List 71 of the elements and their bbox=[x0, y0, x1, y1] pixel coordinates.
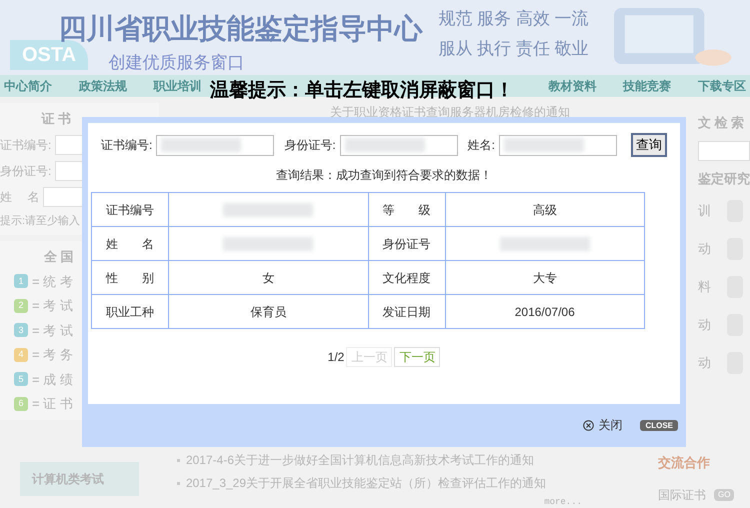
input-field[interactable] bbox=[499, 134, 618, 156]
result-message: 查询结果：成功查询到符合要求的数据！ bbox=[276, 167, 492, 184]
input-field[interactable] bbox=[156, 134, 274, 156]
legend-label: = 统 考 bbox=[32, 272, 73, 290]
table-cell: 高级 bbox=[445, 192, 644, 226]
panel-heading: 交流合作 bbox=[657, 454, 711, 472]
panel-heading: 鉴定研究 bbox=[697, 170, 750, 188]
notice-text: 温馨提示：单击左键取消屏蔽窗口！ bbox=[210, 78, 514, 103]
query-button[interactable]: 查询 bbox=[631, 133, 668, 157]
table-cell: 2016/07/06 bbox=[445, 294, 644, 328]
table-cell: 性 别 bbox=[92, 260, 168, 294]
news-link[interactable]: 2017_3_29关于开展全省职业技能鉴定站（所）检查评估工作的通知 bbox=[186, 474, 546, 492]
step-badge: 1 bbox=[14, 274, 28, 288]
close-button[interactable]: 关闭 bbox=[583, 416, 622, 434]
nav-item[interactable]: 职业培训 bbox=[154, 77, 202, 95]
slogan: 规范 服务 高效 一流 bbox=[438, 8, 589, 30]
step-badge: 5 bbox=[14, 372, 28, 386]
table-cell: 证书编号 bbox=[92, 192, 168, 226]
nav-item[interactable]: 政策法规 bbox=[78, 77, 127, 95]
panel-heading: 证 书 bbox=[40, 110, 72, 128]
list-item[interactable]: 动 bbox=[698, 315, 711, 335]
list-item[interactable]: 训 bbox=[698, 201, 711, 221]
link-text[interactable]: 国际证书 bbox=[658, 486, 706, 504]
step-badge: 3 bbox=[14, 323, 28, 338]
panel-heading: 全 国 bbox=[43, 248, 75, 266]
page-indicator: 1/2 bbox=[328, 349, 344, 366]
search-field[interactable] bbox=[698, 140, 750, 160]
legend-label: = 成 绩 bbox=[32, 370, 73, 388]
table-cell: 职业工种 bbox=[92, 294, 168, 328]
news-link[interactable]: 2017-4-6关于进一步做好全国计算机信息高新技术考试工作的通知 bbox=[186, 451, 534, 469]
table-cell: 身份证号 bbox=[368, 226, 445, 260]
nav-item[interactable]: 下载专区 bbox=[698, 77, 746, 95]
field-label: 身份证号: bbox=[0, 162, 52, 180]
legend-label: = 考 试 bbox=[32, 297, 73, 315]
table-cell: 大专 bbox=[445, 260, 644, 294]
input-field[interactable] bbox=[43, 186, 84, 206]
field-label: 姓 名 bbox=[0, 188, 40, 206]
list-item[interactable]: 动 bbox=[698, 239, 711, 259]
input-field[interactable] bbox=[340, 134, 458, 156]
nav-item[interactable]: 教材资料 bbox=[548, 77, 596, 95]
field-label: 身份证号: bbox=[284, 137, 336, 154]
panel-heading: 文 检 索 bbox=[697, 114, 746, 132]
field-label: 证书编号: bbox=[100, 137, 152, 154]
slogan: 服从 执行 责任 敬业 bbox=[438, 38, 589, 60]
table-cell: 姓 名 bbox=[92, 226, 168, 260]
field-label: 证书编号: bbox=[0, 136, 52, 154]
field-label: 姓名: bbox=[468, 137, 496, 154]
legend-label: = 考 务 bbox=[32, 346, 73, 364]
legend-label: = 考 试 bbox=[32, 322, 73, 340]
more-link[interactable]: more... bbox=[544, 497, 612, 507]
list-item[interactable]: 料 bbox=[698, 277, 711, 297]
nav-item[interactable]: 技能竞赛 bbox=[623, 77, 672, 95]
table-cell: 等 级 bbox=[368, 192, 445, 226]
table-cell: 发证日期 bbox=[368, 294, 445, 328]
headline-link[interactable]: 关于职业资格证书查询服务器机房检修的通知 bbox=[164, 103, 612, 121]
hint-text: 提示:请至少输入 bbox=[0, 214, 80, 228]
legend-label: = 证 书 bbox=[32, 395, 73, 413]
table-cell: 保育员 bbox=[168, 294, 368, 328]
nav-item[interactable]: 中心简介 bbox=[4, 77, 52, 95]
list-item[interactable]: 动 bbox=[698, 353, 711, 373]
tagline: 创建优质服务窗口 bbox=[108, 52, 246, 74]
step-badge: 6 bbox=[14, 396, 28, 411]
table-cell: 文化程度 bbox=[368, 260, 445, 294]
table-cell: 女 bbox=[168, 260, 368, 294]
bullet-icon bbox=[176, 458, 180, 462]
bullet-icon bbox=[176, 482, 180, 484]
close-badge[interactable]: CLOSE bbox=[640, 420, 678, 430]
pager-button[interactable]: 下一页 bbox=[394, 347, 440, 367]
step-badge: 4 bbox=[14, 348, 28, 362]
step-badge: 2 bbox=[14, 298, 28, 313]
close-icon bbox=[583, 420, 594, 430]
